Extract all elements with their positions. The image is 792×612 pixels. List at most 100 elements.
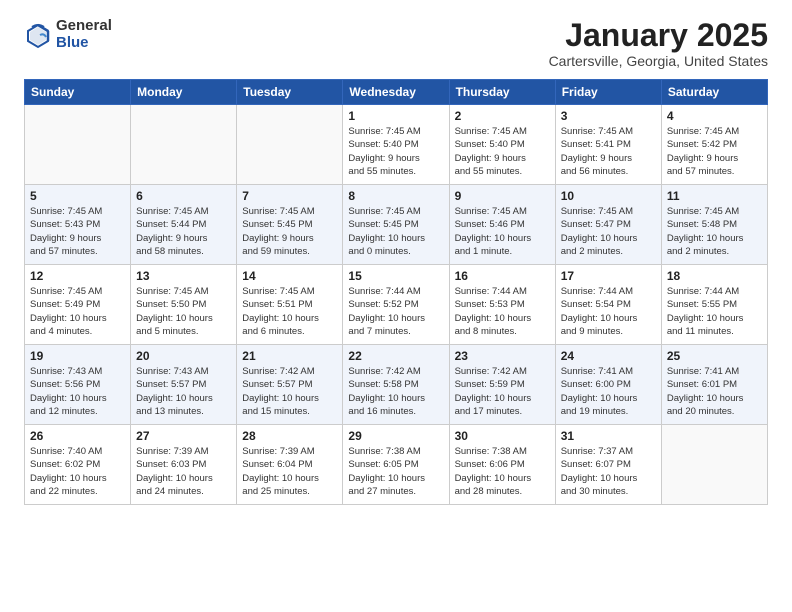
day-info: Sunrise: 7:45 AM Sunset: 5:51 PM Dayligh… — [242, 285, 337, 338]
calendar-week-row: 26 Sunrise: 7:40 AM Sunset: 6:02 PM Dayli… — [25, 425, 768, 505]
table-row: 26 Sunrise: 7:40 AM Sunset: 6:02 PM Dayli… — [25, 425, 131, 505]
calendar-header-row: Sunday Monday Tuesday Wednesday Thursday… — [25, 80, 768, 105]
table-row: 18 Sunrise: 7:44 AM Sunset: 5:55 PM Dayli… — [661, 265, 767, 345]
table-row: 2 Sunrise: 7:45 AM Sunset: 5:40 PM Daylig… — [449, 105, 555, 185]
table-row: 20Sunrise: 7:43 AM Sunset: 5:57 PM Dayli… — [131, 345, 237, 425]
day-number: 11 — [667, 189, 762, 203]
page: General Blue January 2025 Cartersville, … — [0, 0, 792, 517]
table-row — [25, 105, 131, 185]
day-number: 18 — [667, 269, 762, 283]
day-info: Sunrise: 7:38 AM Sunset: 6:05 PM Dayligh… — [348, 445, 443, 498]
day-number: 14 — [242, 269, 337, 283]
th-sunday: Sunday — [25, 80, 131, 105]
day-info: Sunrise: 7:45 AM Sunset: 5:40 PM Dayligh… — [455, 125, 550, 178]
calendar-week-row: 1Sunrise: 7:45 AM Sunset: 5:40 PM Daylig… — [25, 105, 768, 185]
table-row: 31 Sunrise: 7:37 AM Sunset: 6:07 PM Dayli… — [555, 425, 661, 505]
table-row: 14 Sunrise: 7:45 AM Sunset: 5:51 PM Dayli… — [237, 265, 343, 345]
day-number: 6 — [136, 189, 231, 203]
day-info: Sunrise: 7:39 AM Sunset: 6:04 PM Dayligh… — [242, 445, 337, 498]
day-info: Sunrise: 7:40 AM Sunset: 6:02 PM Dayligh… — [30, 445, 125, 498]
day-info: Sunrise: 7:45 AM Sunset: 5:49 PM Dayligh… — [30, 285, 125, 338]
table-row: 19Sunrise: 7:43 AM Sunset: 5:56 PM Dayli… — [25, 345, 131, 425]
table-row: 5 Sunrise: 7:45 AM Sunset: 5:43 PM Daylig… — [25, 185, 131, 265]
day-number: 3 — [561, 109, 656, 123]
day-number: 30 — [455, 429, 550, 443]
day-info: Sunrise: 7:45 AM Sunset: 5:45 PM Dayligh… — [242, 205, 337, 258]
day-info: Sunrise: 7:41 AM Sunset: 6:01 PM Dayligh… — [667, 365, 762, 418]
th-monday: Monday — [131, 80, 237, 105]
th-thursday: Thursday — [449, 80, 555, 105]
day-number: 13 — [136, 269, 231, 283]
day-number: 29 — [348, 429, 443, 443]
day-info: Sunrise: 7:45 AM Sunset: 5:43 PM Dayligh… — [30, 205, 125, 258]
table-row — [237, 105, 343, 185]
month-title: January 2025 — [549, 18, 768, 53]
day-info: Sunrise: 7:44 AM Sunset: 5:55 PM Dayligh… — [667, 285, 762, 338]
day-number: 20 — [136, 349, 231, 363]
table-row: 24 Sunrise: 7:41 AM Sunset: 6:00 PM Dayli… — [555, 345, 661, 425]
day-number: 24 — [561, 349, 656, 363]
day-number: 7 — [242, 189, 337, 203]
day-number: 21 — [242, 349, 337, 363]
day-number: 10 — [561, 189, 656, 203]
th-tuesday: Tuesday — [237, 80, 343, 105]
calendar-table: Sunday Monday Tuesday Wednesday Thursday… — [24, 79, 768, 505]
day-info: Sunrise: 7:45 AM Sunset: 5:46 PM Dayligh… — [455, 205, 550, 258]
table-row: 6 Sunrise: 7:45 AM Sunset: 5:44 PM Daylig… — [131, 185, 237, 265]
table-row: 28Sunrise: 7:39 AM Sunset: 6:04 PM Dayli… — [237, 425, 343, 505]
table-row: 22 Sunrise: 7:42 AM Sunset: 5:58 PM Dayli… — [343, 345, 449, 425]
day-info: Sunrise: 7:44 AM Sunset: 5:53 PM Dayligh… — [455, 285, 550, 338]
table-row: 13 Sunrise: 7:45 AM Sunset: 5:50 PM Dayli… — [131, 265, 237, 345]
day-info: Sunrise: 7:41 AM Sunset: 6:00 PM Dayligh… — [561, 365, 656, 418]
day-info: Sunrise: 7:44 AM Sunset: 5:52 PM Dayligh… — [348, 285, 443, 338]
day-number: 8 — [348, 189, 443, 203]
day-info: Sunrise: 7:45 AM Sunset: 5:41 PM Dayligh… — [561, 125, 656, 178]
day-number: 9 — [455, 189, 550, 203]
day-info: Sunrise: 7:42 AM Sunset: 5:59 PM Dayligh… — [455, 365, 550, 418]
day-info: Sunrise: 7:45 AM Sunset: 5:44 PM Dayligh… — [136, 205, 231, 258]
table-row: 4 Sunrise: 7:45 AM Sunset: 5:42 PM Daylig… — [661, 105, 767, 185]
day-number: 15 — [348, 269, 443, 283]
day-info: Sunrise: 7:42 AM Sunset: 5:57 PM Dayligh… — [242, 365, 337, 418]
table-row: 9 Sunrise: 7:45 AM Sunset: 5:46 PM Daylig… — [449, 185, 555, 265]
day-info: Sunrise: 7:45 AM Sunset: 5:42 PM Dayligh… — [667, 125, 762, 178]
day-info: Sunrise: 7:42 AM Sunset: 5:58 PM Dayligh… — [348, 365, 443, 418]
title-block: January 2025 Cartersville, Georgia, Unit… — [549, 18, 768, 69]
day-number: 19 — [30, 349, 125, 363]
table-row: 11 Sunrise: 7:45 AM Sunset: 5:48 PM Dayli… — [661, 185, 767, 265]
table-row: 27 Sunrise: 7:39 AM Sunset: 6:03 PM Dayli… — [131, 425, 237, 505]
th-saturday: Saturday — [661, 80, 767, 105]
day-number: 4 — [667, 109, 762, 123]
day-info: Sunrise: 7:37 AM Sunset: 6:07 PM Dayligh… — [561, 445, 656, 498]
table-row: 29 Sunrise: 7:38 AM Sunset: 6:05 PM Dayli… — [343, 425, 449, 505]
day-info: Sunrise: 7:45 AM Sunset: 5:48 PM Dayligh… — [667, 205, 762, 258]
day-number: 2 — [455, 109, 550, 123]
day-number: 31 — [561, 429, 656, 443]
logo-general-label: General — [56, 18, 112, 35]
table-row: 23Sunrise: 7:42 AM Sunset: 5:59 PM Dayli… — [449, 345, 555, 425]
table-row: 15 Sunrise: 7:44 AM Sunset: 5:52 PM Dayli… — [343, 265, 449, 345]
day-number: 27 — [136, 429, 231, 443]
day-info: Sunrise: 7:39 AM Sunset: 6:03 PM Dayligh… — [136, 445, 231, 498]
day-number: 5 — [30, 189, 125, 203]
day-info: Sunrise: 7:45 AM Sunset: 5:50 PM Dayligh… — [136, 285, 231, 338]
day-info: Sunrise: 7:45 AM Sunset: 5:45 PM Dayligh… — [348, 205, 443, 258]
logo-blue-label: Blue — [56, 35, 112, 52]
logo-text: General Blue — [56, 18, 112, 51]
day-info: Sunrise: 7:45 AM Sunset: 5:47 PM Dayligh… — [561, 205, 656, 258]
table-row: 12 Sunrise: 7:45 AM Sunset: 5:49 PM Dayli… — [25, 265, 131, 345]
table-row: 16Sunrise: 7:44 AM Sunset: 5:53 PM Dayli… — [449, 265, 555, 345]
day-number: 25 — [667, 349, 762, 363]
table-row: 25 Sunrise: 7:41 AM Sunset: 6:01 PM Dayli… — [661, 345, 767, 425]
table-row — [131, 105, 237, 185]
logo-icon — [24, 21, 52, 49]
day-number: 26 — [30, 429, 125, 443]
table-row: 21 Sunrise: 7:42 AM Sunset: 5:57 PM Dayli… — [237, 345, 343, 425]
table-row: 10 Sunrise: 7:45 AM Sunset: 5:47 PM Dayli… — [555, 185, 661, 265]
location: Cartersville, Georgia, United States — [549, 53, 768, 69]
table-row: 7 Sunrise: 7:45 AM Sunset: 5:45 PM Daylig… — [237, 185, 343, 265]
day-number: 22 — [348, 349, 443, 363]
day-number: 12 — [30, 269, 125, 283]
table-row: 8 Sunrise: 7:45 AM Sunset: 5:45 PM Daylig… — [343, 185, 449, 265]
day-number: 17 — [561, 269, 656, 283]
